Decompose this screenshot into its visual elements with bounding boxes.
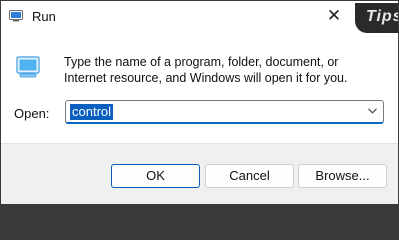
open-input[interactable]: control: [70, 104, 114, 120]
run-app-icon: [9, 10, 23, 22]
ok-button[interactable]: OK: [111, 164, 200, 188]
chevron-down-icon[interactable]: [368, 108, 377, 114]
cancel-button[interactable]: Cancel: [205, 164, 294, 188]
button-bar: OK Cancel Browse...: [1, 143, 398, 204]
dialog-description: Type the name of a program, folder, docu…: [64, 55, 348, 85]
run-dialog: Run ✕ Tips Type the name of a program, f…: [1, 1, 398, 204]
close-icon: ✕: [326, 6, 342, 25]
run-dialog-icon: [16, 56, 40, 78]
browse-button[interactable]: Browse...: [298, 164, 387, 188]
title-bar: Run ✕ Tips: [1, 1, 398, 33]
watermark-logo: Tips: [355, 3, 398, 33]
window-title: Run: [32, 9, 56, 24]
open-combobox[interactable]: control: [65, 100, 384, 124]
watermark-text: Tips: [366, 8, 398, 25]
close-button[interactable]: ✕: [320, 5, 348, 27]
open-label: Open:: [14, 106, 50, 121]
